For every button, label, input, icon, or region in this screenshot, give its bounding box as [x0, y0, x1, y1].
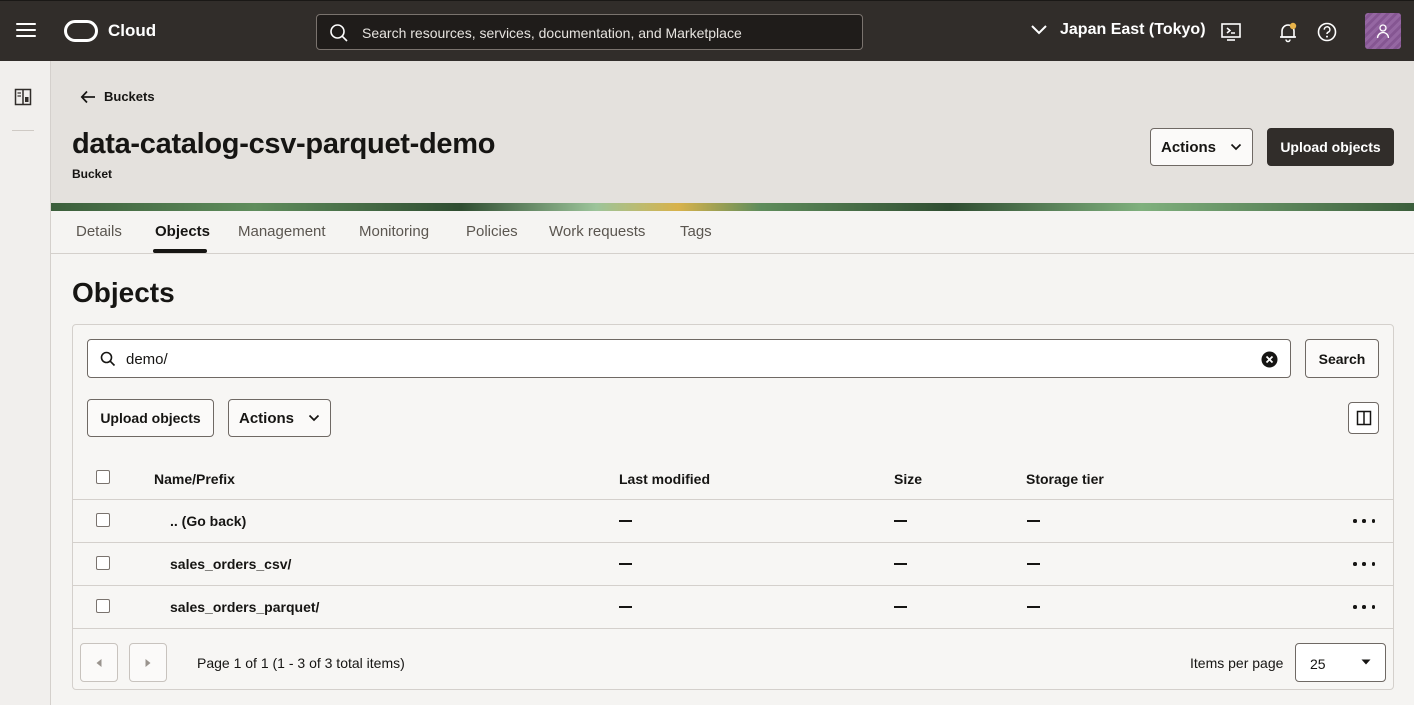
- chevron-left-icon: [96, 658, 102, 667]
- columns-icon: [1356, 410, 1371, 426]
- object-name[interactable]: sales_orders_csv/: [170, 556, 291, 572]
- tab-policies[interactable]: Policies: [466, 223, 518, 240]
- search-icon: [330, 24, 348, 42]
- header-actions-button[interactable]: Actions: [1150, 128, 1253, 166]
- top-bar: Cloud Search resources, services, docume…: [0, 0, 1414, 61]
- search-button[interactable]: Search: [1305, 339, 1379, 378]
- items-per-page-value: 25: [1310, 656, 1326, 672]
- active-tab-indicator: [153, 249, 207, 253]
- tab-work-requests[interactable]: Work requests: [549, 223, 645, 240]
- chevron-down-icon: [1031, 25, 1047, 35]
- row-checkbox[interactable]: [96, 599, 110, 613]
- items-per-page-select[interactable]: 25: [1295, 643, 1386, 682]
- size-empty: [894, 606, 907, 608]
- upload-objects-button[interactable]: Upload objects: [87, 399, 214, 437]
- page-title: data-catalog-csv-parquet-demo: [72, 128, 496, 160]
- previous-page-button[interactable]: [80, 643, 118, 682]
- caret-down-icon: [1361, 659, 1371, 665]
- brand-name[interactable]: Cloud: [108, 21, 156, 41]
- back-to-buckets-link[interactable]: Buckets: [80, 89, 155, 104]
- header-actions-label: Actions: [1160, 138, 1216, 156]
- column-header-last-modified[interactable]: Last modified: [619, 471, 710, 487]
- column-header-size[interactable]: Size: [894, 471, 922, 487]
- tab-monitoring[interactable]: Monitoring: [359, 223, 429, 240]
- size-empty: [894, 563, 907, 565]
- select-all-checkbox[interactable]: [96, 470, 110, 484]
- pagination-info: Page 1 of 1 (1 - 3 of 3 total items): [197, 655, 405, 671]
- row-actions-menu-icon[interactable]: [1353, 513, 1375, 529]
- next-page-button[interactable]: [129, 643, 167, 682]
- objects-actions-button[interactable]: Actions: [228, 399, 331, 437]
- menu-icon[interactable]: [16, 23, 36, 39]
- notifications-icon[interactable]: [1277, 21, 1299, 43]
- panel-toggle-icon[interactable]: [14, 88, 32, 106]
- search-placeholder: Search resources, services, documentatio…: [362, 25, 742, 41]
- object-name[interactable]: .. (Go back): [170, 513, 246, 529]
- objects-actions-label: Actions: [238, 409, 294, 427]
- arrow-left-icon: [80, 90, 95, 103]
- column-settings-button[interactable]: [1348, 402, 1379, 434]
- tab-bar: Details Objects Management Monitoring Po…: [51, 211, 1414, 254]
- chevron-down-icon: [308, 414, 320, 422]
- storage-tier-empty: [1027, 606, 1040, 608]
- rail-divider: [12, 130, 34, 131]
- clear-icon[interactable]: [1261, 351, 1278, 368]
- row-actions-menu-icon[interactable]: [1353, 556, 1375, 572]
- region-label: Japan East (Tokyo): [1060, 21, 1206, 38]
- search-icon: [100, 351, 116, 367]
- user-avatar-icon[interactable]: [1365, 13, 1401, 49]
- page-subtitle: Bucket: [72, 167, 113, 181]
- tab-management[interactable]: Management: [238, 223, 326, 240]
- row-checkbox[interactable]: [96, 513, 110, 527]
- chevron-right-icon: [145, 658, 151, 667]
- section-title: Objects: [72, 277, 175, 308]
- global-search-input[interactable]: Search resources, services, documentatio…: [316, 14, 863, 50]
- filter-value: demo/: [126, 351, 168, 368]
- decorative-banner: [51, 203, 1414, 211]
- last-modified-empty: [619, 520, 632, 522]
- table-row: .. (Go back): [73, 500, 1393, 543]
- size-empty: [894, 520, 907, 522]
- tab-tags[interactable]: Tags: [680, 223, 712, 240]
- table-row: sales_orders_parquet/: [73, 586, 1393, 629]
- object-name[interactable]: sales_orders_parquet/: [170, 599, 319, 615]
- help-icon[interactable]: [1316, 21, 1338, 43]
- left-rail: [0, 61, 51, 705]
- tab-details[interactable]: Details: [76, 223, 122, 240]
- row-checkbox[interactable]: [96, 556, 110, 570]
- row-actions-menu-icon[interactable]: [1353, 599, 1375, 615]
- last-modified-empty: [619, 606, 632, 608]
- table-row: sales_orders_csv/: [73, 543, 1393, 586]
- table-header: Name/Prefix Last modified Size Storage t…: [73, 459, 1393, 500]
- header-upload-objects-button[interactable]: Upload objects: [1267, 128, 1394, 166]
- last-modified-empty: [619, 563, 632, 565]
- column-header-storage-tier[interactable]: Storage tier: [1026, 471, 1104, 487]
- object-filter-input[interactable]: demo/: [87, 339, 1291, 378]
- tab-objects[interactable]: Objects: [155, 223, 210, 240]
- cloud-shell-icon[interactable]: [1220, 21, 1242, 43]
- oracle-logo-icon[interactable]: [64, 20, 98, 42]
- back-label: Buckets: [104, 89, 155, 104]
- items-per-page-label: Items per page: [1190, 655, 1284, 671]
- region-selector[interactable]: Japan East (Tokyo): [1030, 21, 1206, 39]
- storage-tier-empty: [1027, 520, 1040, 522]
- storage-tier-empty: [1027, 563, 1040, 565]
- column-header-name[interactable]: Name/Prefix: [154, 471, 235, 487]
- chevron-down-icon: [1230, 143, 1242, 151]
